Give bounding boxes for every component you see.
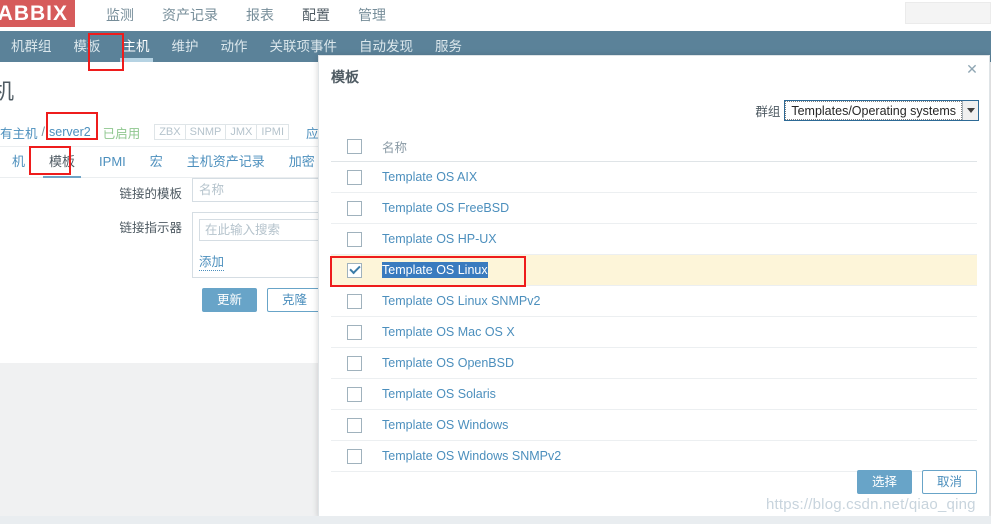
- table-row[interactable]: Template OS Windows: [331, 410, 977, 441]
- template-name-link[interactable]: Template OS OpenBSD: [382, 356, 514, 370]
- table-row[interactable]: Template OS Mac OS X: [331, 317, 977, 348]
- table-row[interactable]: Template OS FreeBSD: [331, 193, 977, 224]
- row-checkbox[interactable]: [347, 417, 362, 433]
- top-header-bar: ABBIX 监测 资产记录 报表 配置 管理: [0, 0, 991, 31]
- add-template-link[interactable]: 添加: [199, 251, 225, 271]
- template-name-link[interactable]: Template OS AIX: [382, 170, 477, 184]
- chevron-down-icon[interactable]: [962, 101, 978, 120]
- interface-tag-jmx: JMX: [225, 124, 258, 140]
- interface-tag-snmp: SNMP: [184, 124, 227, 140]
- group-select-value: Templates/Operating systems: [785, 101, 962, 120]
- template-name-link[interactable]: Template OS Windows: [382, 418, 508, 432]
- main-menu-item-administration[interactable]: 管理: [344, 0, 400, 31]
- table-row[interactable]: Template OS Solaris: [331, 379, 977, 410]
- subnav-item-hosts[interactable]: 主机: [112, 31, 161, 62]
- update-button[interactable]: 更新: [202, 288, 258, 312]
- subnav-item-templates[interactable]: 模板: [63, 31, 112, 62]
- interface-tag-group: ZBX SNMP JMX IPMI: [154, 124, 290, 140]
- template-name-link[interactable]: Template OS Mac OS X: [382, 325, 515, 339]
- template-name-link[interactable]: Template OS Linux: [382, 262, 488, 278]
- template-picker-dialog: 模板 ✕ 群组 Templates/Operating systems 名称 T…: [318, 55, 990, 517]
- footer-strip: [0, 516, 991, 524]
- zabbix-logo: ABBIX: [0, 0, 75, 27]
- main-menu: 监测 资产记录 报表 配置 管理: [92, 0, 400, 31]
- tab-host-inventory[interactable]: 主机资产记录: [175, 147, 277, 177]
- interface-tag-ipmi: IPMI: [256, 124, 290, 140]
- row-checkbox[interactable]: [347, 169, 362, 185]
- template-list-table: 名称 Template OS AIX Template OS FreeBSD T…: [331, 131, 977, 472]
- breadcrumb-separator: /: [41, 125, 45, 139]
- tab-templates[interactable]: 模板: [37, 147, 87, 178]
- group-filter: 群组 Templates/Operating systems: [755, 100, 979, 121]
- row-checkbox[interactable]: [347, 448, 362, 464]
- table-row[interactable]: Template OS Windows SNMPv2: [331, 441, 977, 472]
- row-checkbox[interactable]: [347, 386, 362, 402]
- table-row[interactable]: Template OS HP-UX: [331, 224, 977, 255]
- table-row[interactable]: Template OS OpenBSD: [331, 348, 977, 379]
- dialog-action-buttons: 选择 取消: [856, 470, 977, 494]
- row-checkbox[interactable]: [347, 324, 362, 340]
- host-status-badge[interactable]: 已启用: [103, 123, 141, 142]
- page-title: 机: [0, 79, 15, 104]
- group-filter-label: 群组: [755, 105, 781, 119]
- row-checkbox[interactable]: [347, 200, 362, 216]
- subnav-item-host-groups[interactable]: 机群组: [0, 31, 63, 62]
- row-checkbox[interactable]: [347, 231, 362, 247]
- tab-macros[interactable]: 宏: [138, 147, 175, 177]
- header-right-panel: [905, 2, 991, 24]
- template-name-link[interactable]: Template OS Windows SNMPv2: [382, 449, 561, 463]
- tab-ipmi[interactable]: IPMI: [87, 147, 138, 177]
- group-select[interactable]: Templates/Operating systems: [784, 100, 979, 121]
- table-row-selected[interactable]: Template OS Linux: [331, 255, 977, 286]
- select-button[interactable]: 选择: [856, 470, 912, 494]
- dialog-title: 模板: [331, 69, 359, 85]
- clone-button[interactable]: 克隆: [267, 288, 323, 312]
- link-indicator-label: 链接指示器: [119, 221, 182, 235]
- main-menu-item-reports[interactable]: 报表: [232, 0, 288, 31]
- template-name-link[interactable]: Template OS FreeBSD: [382, 201, 509, 215]
- main-menu-item-monitoring[interactable]: 监测: [92, 0, 148, 31]
- main-menu-item-inventory[interactable]: 资产记录: [148, 0, 232, 31]
- table-header-row: 名称: [331, 131, 977, 162]
- template-name-link[interactable]: Template OS HP-UX: [382, 232, 497, 246]
- table-row[interactable]: Template OS AIX: [331, 162, 977, 193]
- table-row[interactable]: Template OS Linux SNMPv2: [331, 286, 977, 317]
- cancel-button[interactable]: 取消: [921, 470, 977, 494]
- tab-host[interactable]: 机: [0, 147, 37, 177]
- row-checkbox[interactable]: [347, 355, 362, 371]
- select-all-checkbox[interactable]: [347, 138, 362, 154]
- interface-tag-zbx: ZBX: [154, 124, 186, 140]
- breadcrumb-all-hosts[interactable]: 有主机: [0, 123, 38, 142]
- template-name-link[interactable]: Template OS Linux SNMPv2: [382, 294, 540, 308]
- row-checkbox[interactable]: [347, 293, 362, 309]
- breadcrumb-current-host[interactable]: server2: [49, 125, 91, 139]
- linked-templates-label: 链接的模板: [119, 187, 182, 201]
- close-icon[interactable]: ✕: [963, 61, 981, 79]
- subnav-item-maintenance[interactable]: 维护: [161, 31, 210, 62]
- main-menu-item-configuration[interactable]: 配置: [288, 0, 344, 31]
- column-header-name: 名称: [382, 140, 408, 155]
- screen-root: ABBIX 监测 资产记录 报表 配置 管理 机群组 模板 主机 维护 动作 关…: [0, 0, 991, 524]
- row-checkbox-checked[interactable]: [347, 262, 362, 278]
- template-name-link[interactable]: Template OS Solaris: [382, 387, 496, 401]
